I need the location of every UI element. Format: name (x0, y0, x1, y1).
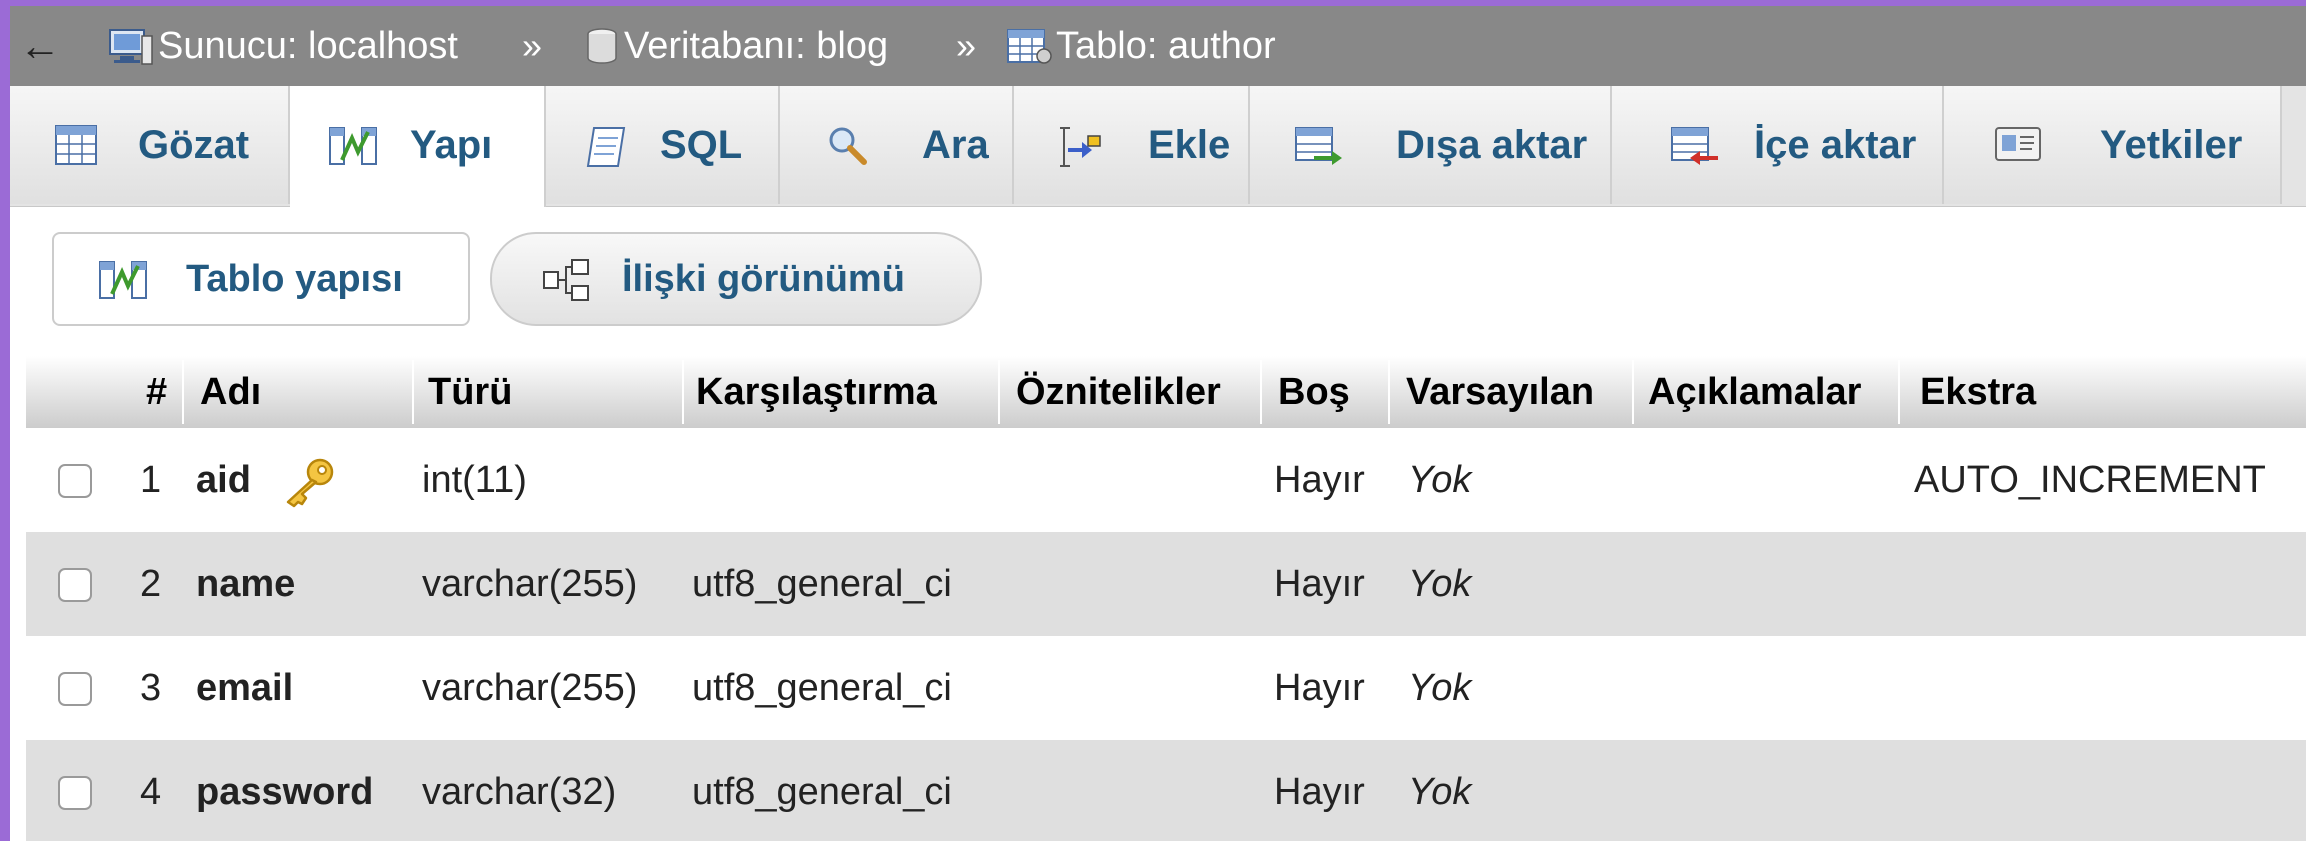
search-icon (829, 127, 867, 165)
row-number: 4 (140, 770, 162, 813)
column-header-null[interactable]: Boş (1278, 356, 1350, 428)
server-icon (109, 29, 153, 65)
breadcrumb-server[interactable]: Sunucu: localhost (108, 6, 458, 86)
window-accent-top (0, 0, 2306, 6)
tab-browse-label: Gözat (138, 122, 250, 167)
window-accent-left (0, 0, 10, 841)
row-checkbox[interactable] (58, 568, 92, 602)
database-icon (587, 28, 617, 64)
row-number: 2 (140, 562, 162, 605)
column-header-extra[interactable]: Ekstra (1920, 356, 2036, 428)
table-structure-button[interactable]: Tablo yapısı (52, 232, 470, 326)
row-checkbox[interactable] (58, 776, 92, 810)
column-default: Yok (1408, 562, 1472, 605)
column-type: varchar(32) (422, 770, 617, 813)
tab-import[interactable]: İçe aktar (1612, 86, 1944, 204)
column-header-default[interactable]: Varsayılan (1406, 356, 1594, 428)
column-divider (682, 360, 684, 424)
row-checkbox[interactable] (58, 672, 92, 706)
table-structure-label: Tablo yapısı (186, 257, 403, 300)
column-type: varchar(255) (422, 666, 638, 709)
breadcrumb-separator: » (522, 25, 543, 66)
table-row: 3 email varchar(255) utf8_general_ci Hay… (26, 636, 2306, 740)
tab-structure-label: Yapı (410, 122, 493, 167)
column-collation: utf8_general_ci (692, 666, 952, 709)
column-null: Hayır (1274, 666, 1365, 709)
column-divider (1632, 360, 1634, 424)
relation-view-label: İlişki görünümü (622, 257, 905, 300)
primary-key-icon (286, 458, 334, 508)
column-collation: utf8_general_ci (692, 770, 952, 813)
column-default: Yok (1408, 458, 1472, 501)
breadcrumb-database-label: Veritabanı: blog (624, 24, 889, 67)
tab-export[interactable]: Dışa aktar (1250, 86, 1612, 204)
column-divider (998, 360, 1000, 424)
structure-icon (99, 261, 147, 299)
column-default: Yok (1408, 666, 1472, 709)
column-name: name (196, 562, 296, 605)
column-name: aid (196, 458, 251, 501)
column-null: Hayır (1274, 562, 1365, 605)
export-icon (1295, 127, 1342, 165)
tab-import-label: İçe aktar (1754, 122, 1917, 167)
tab-privileges-label: Yetkiler (2100, 122, 2243, 167)
tab-search[interactable]: Ara (780, 86, 1014, 204)
column-header-comments[interactable]: Açıklamalar (1648, 356, 1861, 428)
tab-search-label: Ara (922, 122, 989, 167)
column-divider (1388, 360, 1390, 424)
back-arrow-icon[interactable]: ← (10, 6, 70, 86)
column-name: email (196, 666, 294, 709)
column-divider (1260, 360, 1262, 424)
tab-bar: Gözat Yapı SQL Ara Ekle Dışa aktar İçe a… (10, 86, 2306, 207)
breadcrumb: Sunucu: localhost » Veritabanı: blog » T… (0, 6, 2306, 86)
row-checkbox[interactable] (58, 464, 92, 498)
breadcrumb-table[interactable]: Tablo: author (1006, 6, 1276, 86)
column-divider (182, 360, 184, 424)
structure-icon (329, 127, 377, 165)
import-icon (1671, 127, 1718, 165)
table-icon (1007, 29, 1052, 64)
tab-structure[interactable]: Yapı (290, 86, 546, 207)
table-row: 4 password varchar(32) utf8_general_ci H… (26, 740, 2306, 841)
browse-icon (55, 125, 97, 165)
row-number: 3 (140, 666, 162, 709)
tab-insert[interactable]: Ekle (1014, 86, 1250, 204)
column-divider (412, 360, 414, 424)
tab-export-label: Dışa aktar (1396, 122, 1588, 167)
table-header: # Adı Türü Karşılaştırma Öznitelikler Bo… (26, 356, 2306, 428)
column-null: Hayır (1274, 458, 1365, 501)
column-type: varchar(255) (422, 562, 638, 605)
column-type: int(11) (422, 458, 527, 501)
relation-icon (543, 259, 589, 301)
privileges-icon (1995, 127, 2041, 161)
sql-icon (586, 127, 626, 167)
tab-browse[interactable]: Gözat (10, 86, 290, 204)
insert-icon (1060, 127, 1101, 167)
column-name: password (196, 770, 374, 813)
table-row: 2 name varchar(255) utf8_general_ci Hayı… (26, 532, 2306, 636)
column-header-number[interactable]: # (146, 356, 167, 428)
column-header-attributes[interactable]: Öznitelikler (1016, 356, 1221, 428)
breadcrumb-separator: » (956, 25, 977, 66)
tab-insert-label: Ekle (1148, 122, 1231, 167)
tab-sql[interactable]: SQL (546, 86, 780, 204)
breadcrumb-server-label: Sunucu: localhost (158, 24, 458, 67)
column-header-name[interactable]: Adı (200, 356, 261, 428)
phpmyadmin-page: Sunucu: localhost » Veritabanı: blog » T… (0, 0, 2306, 841)
breadcrumb-table-label: Tablo: author (1056, 24, 1276, 67)
column-collation: utf8_general_ci (692, 562, 952, 605)
column-default: Yok (1408, 770, 1472, 813)
column-divider (1898, 360, 1900, 424)
relation-view-button[interactable]: İlişki görünümü (490, 232, 982, 326)
row-number: 1 (140, 458, 162, 501)
table-row: 1 aid int(11) Hayır Yok AUTO_INCREMENT (26, 428, 2306, 532)
column-extra: AUTO_INCREMENT (1914, 458, 2266, 501)
tab-sql-label: SQL (660, 122, 743, 167)
column-null: Hayır (1274, 770, 1365, 813)
tab-privileges[interactable]: Yetkiler (1944, 86, 2282, 204)
breadcrumb-database[interactable]: Veritabanı: blog (584, 6, 888, 86)
column-header-type[interactable]: Türü (428, 356, 512, 428)
column-header-collation[interactable]: Karşılaştırma (696, 356, 937, 428)
